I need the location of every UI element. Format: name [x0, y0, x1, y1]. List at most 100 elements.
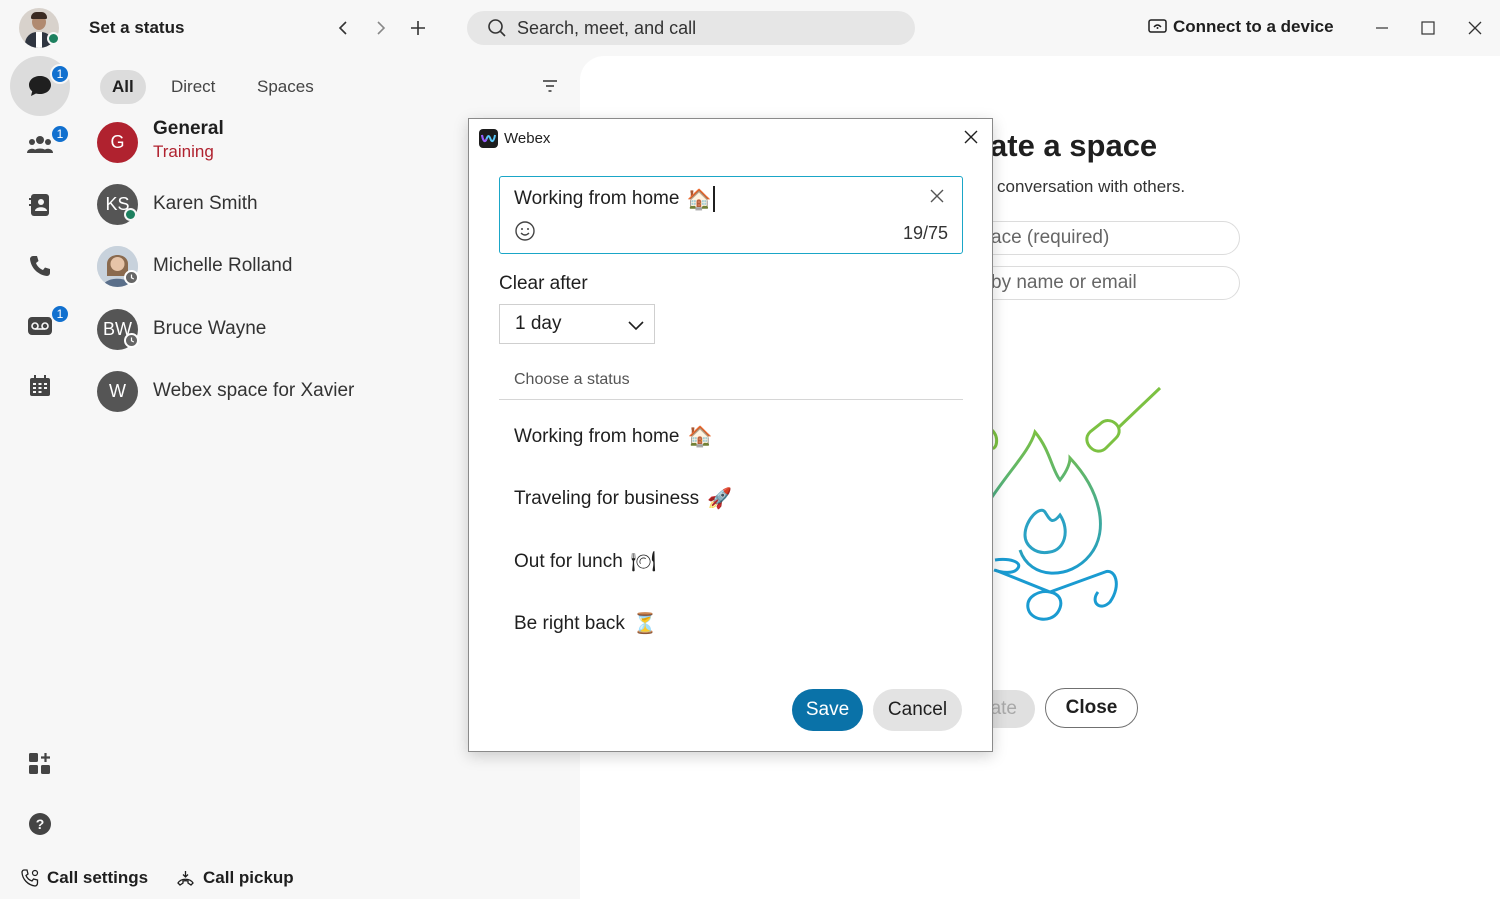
- minimize-button[interactable]: [1368, 14, 1396, 42]
- house-icon: 🏠: [686, 188, 712, 211]
- presence-available-icon: [124, 208, 137, 221]
- contacts-icon: [29, 194, 49, 216]
- rail-help[interactable]: ?: [10, 794, 70, 854]
- text-caret: [713, 186, 715, 212]
- maximize-icon: [1421, 21, 1435, 35]
- rail-calling[interactable]: [10, 236, 70, 296]
- create-space-subtitle: conversation with others.: [997, 177, 1186, 196]
- conversation-name: General: [153, 118, 224, 139]
- set-status-label[interactable]: Set a status: [89, 18, 184, 38]
- calendar-icon: [30, 375, 50, 396]
- status-text: Working from home: [514, 188, 680, 209]
- svg-text:?: ?: [36, 816, 45, 832]
- cancel-button[interactable]: Cancel: [873, 689, 962, 731]
- filter-icon[interactable]: [540, 76, 560, 96]
- device-icon: [1148, 19, 1167, 33]
- clear-after-dropdown[interactable]: 1 day: [499, 304, 655, 344]
- forward-button[interactable]: [366, 14, 394, 42]
- voicemail-icon: [28, 317, 52, 335]
- maximize-button[interactable]: [1414, 14, 1442, 42]
- apps-add-icon: [29, 753, 50, 774]
- status-option-label: Out for lunch: [514, 550, 623, 572]
- list-item[interactable]: G General Training: [97, 118, 497, 168]
- list-item[interactable]: KS Karen Smith: [97, 180, 497, 230]
- connect-device-button[interactable]: Connect to a device: [1148, 17, 1334, 37]
- plus-icon: [411, 21, 425, 35]
- avatar: W: [97, 371, 138, 412]
- clock-icon: [124, 270, 139, 285]
- status-option-label: Working from home: [514, 425, 680, 447]
- presence-available-icon: [47, 32, 60, 45]
- choose-status-label: Choose a status: [514, 371, 630, 388]
- call-pickup-label: Call pickup: [203, 868, 294, 887]
- add-people-input[interactable]: by name or email: [960, 266, 1240, 300]
- space-name-input[interactable]: ace (required): [960, 221, 1240, 255]
- filter-tab-all[interactable]: All: [100, 70, 146, 104]
- search-placeholder: Search, meet, and call: [517, 17, 697, 38]
- webex-logo-icon: [479, 129, 498, 148]
- status-option-label: Be right back: [514, 612, 625, 634]
- rail-contacts[interactable]: [10, 175, 70, 235]
- chevron-down-icon: [628, 321, 644, 331]
- list-item[interactable]: Michelle Rolland: [97, 242, 497, 292]
- dialog-close-icon[interactable]: [961, 127, 981, 147]
- status-text-field[interactable]: Working from home 🏠 19/75: [499, 176, 963, 254]
- window-close-button[interactable]: [1461, 14, 1489, 42]
- search-icon: [488, 19, 506, 37]
- status-text-value[interactable]: Working from home 🏠: [514, 186, 715, 212]
- conversation-name: Webex space for Xavier: [153, 380, 355, 401]
- create-space-title: ate a space: [990, 128, 1158, 163]
- clear-after-label: Clear after: [499, 273, 588, 294]
- rocket-icon: 🚀: [707, 488, 733, 510]
- search-input[interactable]: Search, meet, and call: [467, 11, 915, 45]
- filter-tab-spaces[interactable]: Spaces: [245, 70, 326, 104]
- close-button[interactable]: Close: [1045, 688, 1138, 728]
- minimize-icon: [1376, 27, 1388, 29]
- list-item[interactable]: W Webex space for Xavier: [97, 367, 497, 417]
- rail-apps[interactable]: [10, 734, 70, 794]
- chevron-right-icon: [377, 21, 386, 35]
- hourglass-icon: ⏳: [632, 613, 658, 635]
- list-item[interactable]: BW Bruce Wayne: [97, 305, 497, 355]
- call-pickup-button[interactable]: Call pickup: [176, 868, 294, 888]
- call-settings-button[interactable]: Call settings: [20, 868, 148, 888]
- clear-after-value: 1 day: [515, 313, 562, 334]
- conversation-name: Karen Smith: [153, 193, 258, 214]
- conversation-name: Michelle Rolland: [153, 255, 293, 276]
- voicemail-badge: 1: [50, 304, 70, 324]
- divider: [499, 399, 963, 400]
- status-option-out-for-lunch[interactable]: Out for lunch 🍽: [514, 549, 656, 574]
- new-button[interactable]: [404, 14, 432, 42]
- save-button[interactable]: Save: [792, 689, 863, 731]
- back-button[interactable]: [330, 14, 358, 42]
- top-bar: Set a status Search, meet, and call Conn…: [0, 0, 1500, 56]
- character-counter: 19/75: [902, 223, 948, 243]
- clock-icon: [124, 333, 139, 348]
- rail-meetings[interactable]: [10, 356, 70, 416]
- conversation-subtitle: Training: [153, 142, 214, 161]
- status-option-be-right-back[interactable]: Be right back ⏳: [514, 611, 658, 636]
- help-icon: ?: [29, 813, 51, 835]
- phone-icon: [30, 256, 50, 276]
- filter-tab-direct[interactable]: Direct: [159, 70, 227, 104]
- phone-settings-icon: [21, 868, 39, 887]
- connect-device-label: Connect to a device: [1173, 17, 1334, 36]
- plate-icon: 🍽: [630, 551, 657, 573]
- teams-badge: 1: [50, 124, 70, 144]
- close-icon: [1468, 21, 1482, 35]
- call-pickup-icon: [177, 870, 194, 886]
- space-name-placeholder: ace (required): [991, 227, 1110, 248]
- status-option-working-from-home[interactable]: Working from home 🏠: [514, 424, 712, 449]
- chat-bubble-icon: [29, 76, 51, 96]
- clear-text-icon[interactable]: [928, 187, 946, 205]
- status-option-traveling[interactable]: Traveling for business 🚀: [514, 486, 732, 511]
- call-settings-label: Call settings: [47, 868, 149, 887]
- status-option-label: Traveling for business: [514, 487, 700, 509]
- dialog-title: Webex: [504, 130, 551, 147]
- set-status-dialog: Webex Working from home 🏠 19/75 Clear af…: [468, 118, 993, 752]
- house-icon: 🏠: [687, 426, 713, 448]
- messaging-badge: 1: [50, 64, 70, 84]
- add-people-placeholder: by name or email: [991, 272, 1137, 293]
- avatar: G: [97, 122, 138, 163]
- emoji-picker-icon[interactable]: [514, 220, 536, 242]
